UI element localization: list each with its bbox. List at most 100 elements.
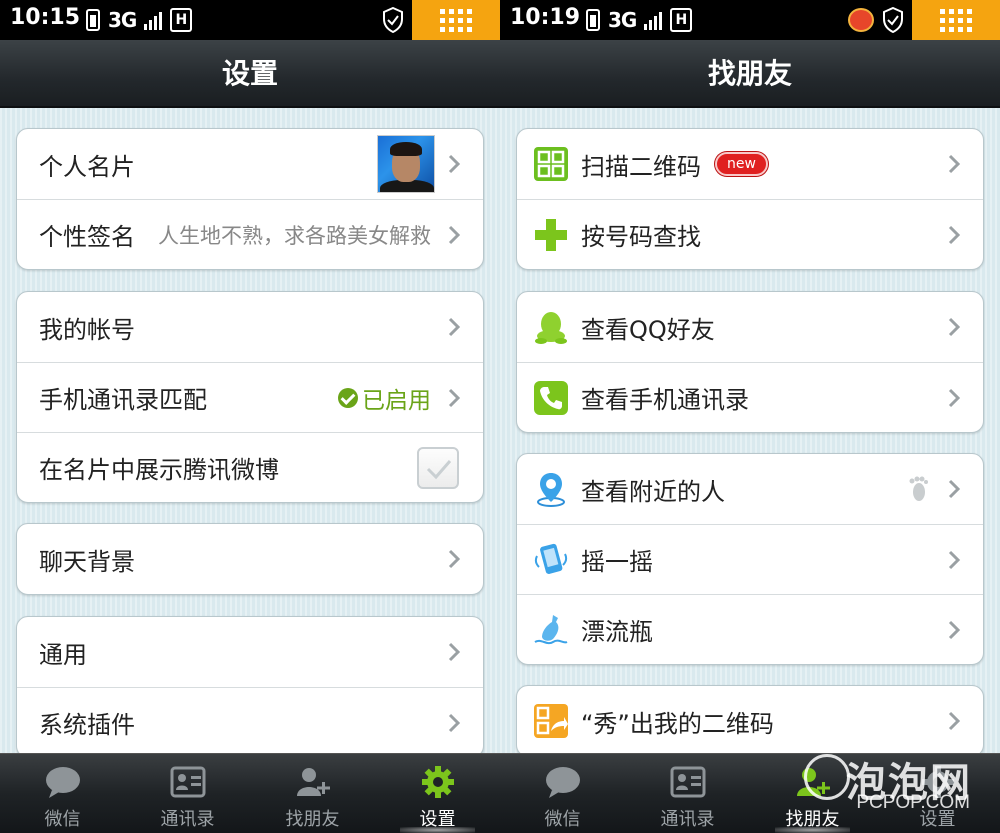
watermark-url: PCPOP.COM [856, 792, 970, 813]
row-label: 通用 [39, 640, 87, 669]
find-item-search-number[interactable]: 按号码查找 [517, 199, 983, 269]
row-label: 在名片中展示腾讯微博 [39, 456, 279, 484]
find-item-scan-qr[interactable]: 扫描二维码 new [517, 129, 983, 199]
shake-phone-icon [534, 543, 568, 574]
chevron-right-icon [448, 154, 461, 174]
chevron-right-icon [948, 479, 961, 499]
row-label: 个人名片 [39, 152, 135, 181]
settings-item-my-account[interactable]: 我的帐号 [17, 292, 483, 362]
page-title: 设置 [221, 57, 278, 90]
settings-group-chat: 聊天背景 [16, 523, 484, 595]
status-time: 10:15 [10, 5, 81, 30]
tab-settings[interactable]: 设置 [375, 754, 500, 833]
data-type-icon: H [170, 8, 193, 32]
tab-chats[interactable]: 微信 [500, 754, 625, 833]
phone-icon [534, 381, 568, 415]
row-label: 查看QQ好友 [581, 315, 715, 344]
title-bar: 找朋友 [500, 40, 1000, 108]
shield-icon [883, 7, 903, 33]
chat-bubble-icon [545, 767, 580, 798]
page-title: 找朋友 [707, 57, 792, 90]
location-pin-icon [537, 473, 565, 507]
contact-card-icon [170, 766, 205, 798]
row-label: 手机通讯录匹配 [39, 386, 207, 414]
chevron-right-icon [948, 550, 961, 570]
settings-item-plugins[interactable]: 系统插件 [17, 687, 483, 757]
find-group-search: 扫描二维码 new 按号码查找 [516, 128, 984, 270]
add-friend-icon [296, 768, 330, 796]
row-label: 漂流瓶 [581, 618, 653, 646]
row-label: 摇一摇 [581, 548, 653, 576]
row-label: 聊天背景 [39, 547, 135, 576]
status-badge: 已启用 [338, 381, 431, 415]
chevron-right-icon [948, 711, 961, 731]
settings-item-business-card[interactable]: 个人名片 [17, 129, 483, 199]
status-time: 10:19 [510, 5, 581, 30]
chevron-right-icon [448, 642, 461, 662]
chevron-right-icon [948, 225, 961, 245]
find-friends-screen: 10:19 3G H 找朋友 扫描二维码 new 按号码查找 查看QQ好友 查看… [500, 0, 1000, 833]
row-label: 按号码查找 [581, 223, 701, 251]
settings-group-profile: 个人名片 个性签名 人生地不熟，求各路美女解救 [16, 128, 484, 270]
check-circle-icon [338, 387, 358, 408]
watermark-logo-icon [804, 754, 850, 800]
find-group-discover: 查看附近的人 摇一摇 漂流瓶 [516, 453, 984, 665]
chevron-right-icon [448, 713, 461, 733]
menu-grid-button[interactable] [912, 0, 1000, 40]
footprint-icon [909, 476, 928, 501]
settings-item-general[interactable]: 通用 [17, 617, 483, 687]
weibo-notification-icon [848, 8, 874, 32]
network-type: 3G [108, 8, 137, 32]
row-label: 查看手机通讯录 [581, 386, 749, 414]
chevron-right-icon [448, 549, 461, 569]
find-item-shake[interactable]: 摇一摇 [517, 524, 983, 594]
bottle-icon [534, 615, 568, 645]
settings-item-contacts-match[interactable]: 手机通讯录匹配 已启用 [17, 362, 483, 432]
network-type: 3G [608, 8, 637, 32]
new-badge: new [715, 152, 768, 176]
find-item-show-my-qr[interactable]: “秀”出我的二维码 [517, 686, 983, 756]
find-item-phone-contacts[interactable]: 查看手机通讯录 [517, 362, 983, 432]
chevron-right-icon [448, 317, 461, 337]
chevron-right-icon [448, 225, 461, 245]
watermark: 泡泡网 PCPOP.COM [772, 748, 992, 828]
tab-bar: 微信 通讯录 找朋友 设置 [0, 753, 500, 833]
data-type-icon: H [670, 8, 693, 32]
status-bar: 10:15 3G H [0, 0, 500, 40]
row-label: 查看附近的人 [581, 477, 725, 506]
tab-contacts[interactable]: 通讯录 [125, 754, 250, 833]
settings-group-account: 我的帐号 手机通讯录匹配 已启用 在名片中展示腾讯微博 [16, 291, 484, 503]
chevron-right-icon [948, 388, 961, 408]
chevron-right-icon [948, 154, 961, 174]
chevron-right-icon [948, 317, 961, 337]
qr-code-icon [534, 147, 568, 181]
chat-bubble-icon [45, 767, 80, 798]
battery-icon [86, 9, 100, 31]
signal-icon [644, 10, 663, 30]
avatar [377, 135, 435, 193]
signal-icon [144, 10, 163, 30]
tab-chats[interactable]: 微信 [0, 754, 125, 833]
row-label: “秀”出我的二维码 [581, 709, 774, 738]
find-item-drift-bottle[interactable]: 漂流瓶 [517, 594, 983, 664]
menu-grid-button[interactable] [412, 0, 500, 40]
row-label: 系统插件 [39, 711, 135, 739]
settings-item-show-weibo[interactable]: 在名片中展示腾讯微博 [17, 432, 483, 502]
chevron-right-icon [948, 620, 961, 640]
row-label: 扫描二维码 [581, 152, 701, 181]
qq-penguin-icon [535, 312, 567, 344]
find-item-nearby[interactable]: 查看附近的人 [517, 454, 983, 524]
settings-item-chat-background[interactable]: 聊天背景 [17, 524, 483, 594]
find-item-qq-friends[interactable]: 查看QQ好友 [517, 292, 983, 362]
tab-contacts[interactable]: 通讯录 [625, 754, 750, 833]
gear-icon [421, 766, 454, 798]
settings-screen: 10:15 3G H 设置 个人名片 个性签名 人生地不熟，求各路美女解救 我的… [0, 0, 500, 833]
chevron-right-icon [448, 388, 461, 408]
find-group-contacts: 查看QQ好友 查看手机通讯录 [516, 291, 984, 433]
tab-find-friends[interactable]: 找朋友 [250, 754, 375, 833]
show-weibo-checkbox[interactable] [417, 447, 459, 489]
find-group-share: “秀”出我的二维码 [516, 685, 984, 757]
status-bar: 10:19 3G H [500, 0, 1000, 40]
settings-item-signature[interactable]: 个性签名 人生地不熟，求各路美女解救 [17, 199, 483, 269]
title-bar: 设置 [0, 40, 500, 108]
